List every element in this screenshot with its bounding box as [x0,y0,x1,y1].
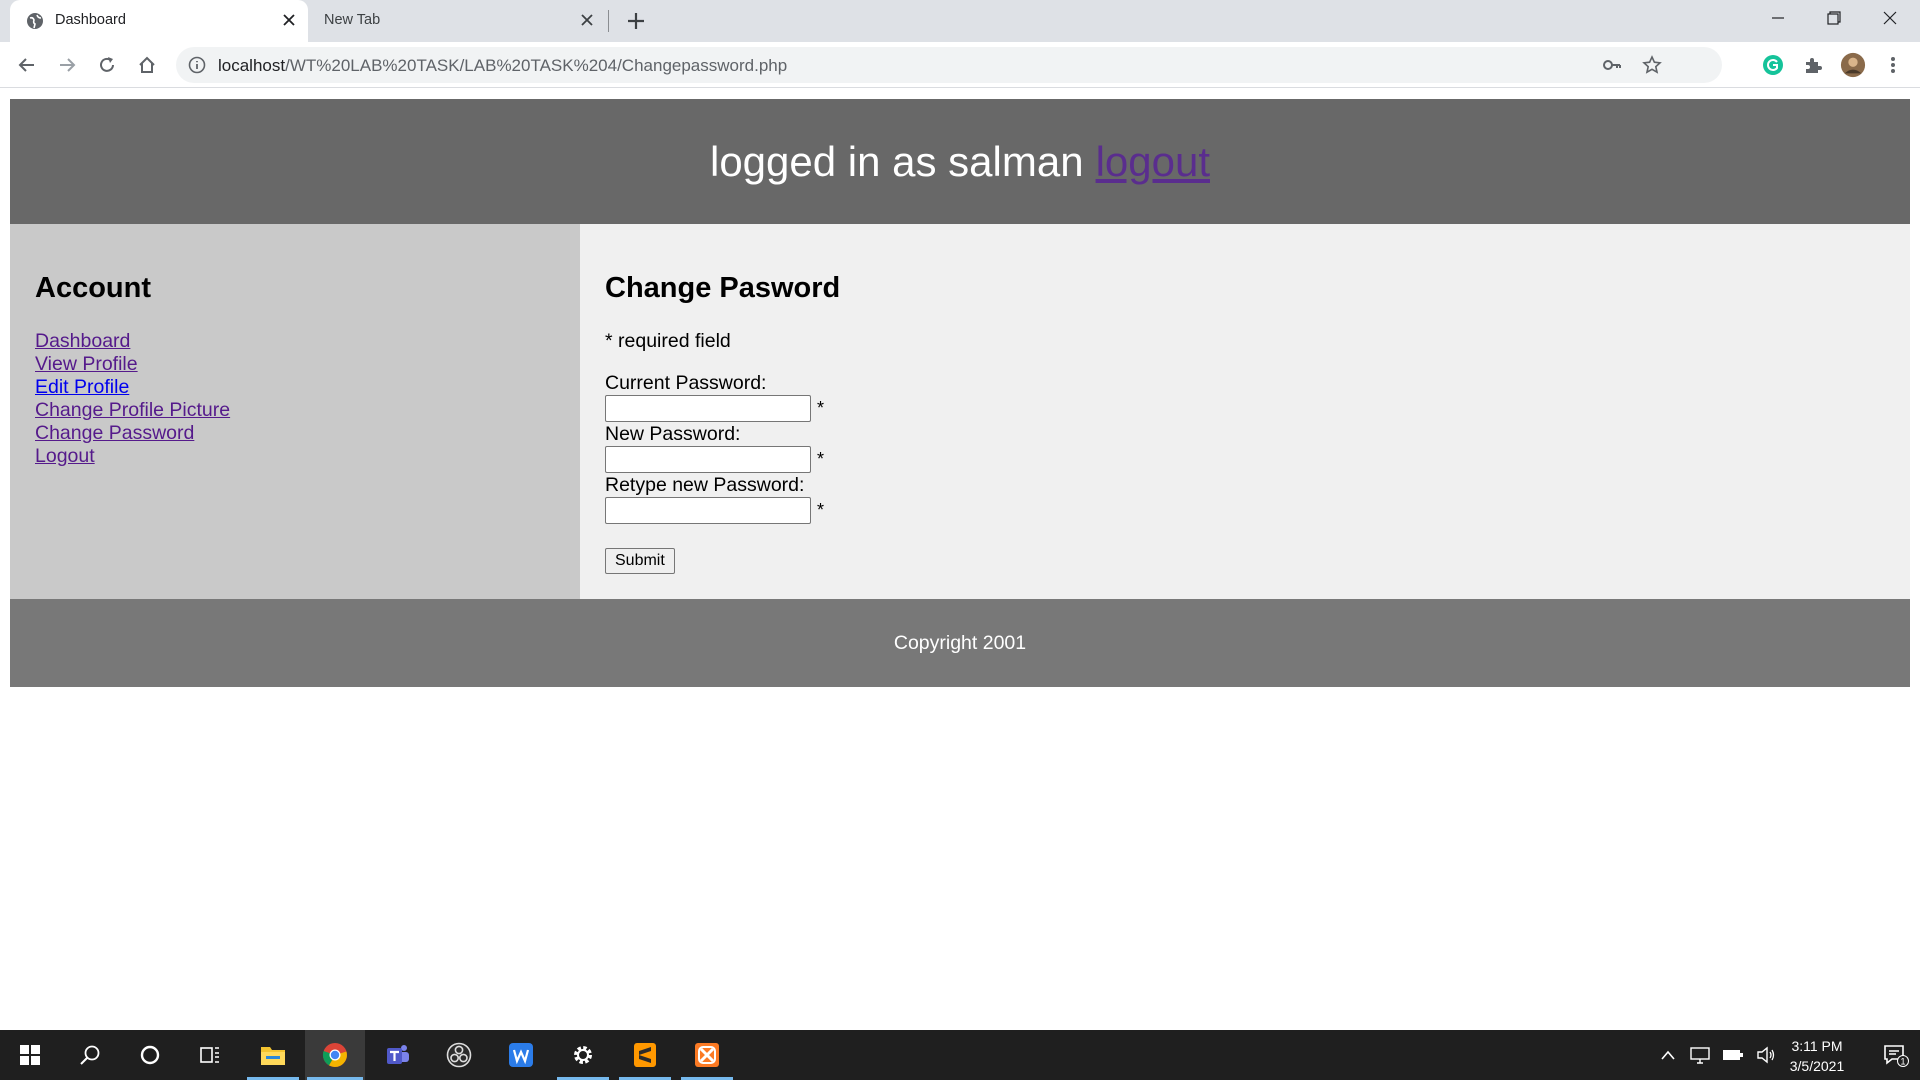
new-password-input[interactable] [605,446,811,473]
retype-password-row: * [605,497,1885,524]
network-icon[interactable] [1690,1046,1710,1064]
url-host: localhost [218,56,286,75]
new-password-row: * [605,446,1885,473]
sidebar-link-logout[interactable]: Logout [35,445,555,468]
chrome-icon[interactable] [305,1030,365,1080]
home-icon[interactable] [134,52,160,78]
close-window-icon[interactable] [1862,0,1918,36]
battery-icon[interactable] [1722,1048,1744,1062]
tab-divider [608,10,609,32]
reload-icon[interactable] [94,52,120,78]
required-field-note: * required field [605,330,731,352]
obs-icon[interactable] [429,1030,489,1080]
globe-icon [26,12,44,30]
current-password-row: * [605,395,1885,422]
windows-start-icon[interactable] [0,1030,60,1080]
task-view-icon[interactable] [180,1030,240,1080]
clock-time: 3:11 PM [1791,1038,1843,1054]
retype-password-label: Retype new Password: [605,474,805,496]
system-tray [1652,1030,1782,1080]
required-marker: * [817,500,825,520]
url-text: localhost/WT%20LAB%20TASK/LAB%20TASK%204… [218,56,787,76]
required-marker: * [817,449,825,469]
sidebar-link-edit-profile[interactable]: Edit Profile [35,376,555,399]
new-password-label: New Password: [605,423,741,445]
grammarly-icon[interactable] [1760,52,1786,78]
tab-title: New Tab [324,12,381,28]
profile-avatar-icon[interactable] [1840,52,1866,78]
page-footer: Copyright 2001 [10,599,1910,687]
notification-center-icon[interactable]: 1 [1866,1030,1920,1080]
sublime-text-icon[interactable] [615,1030,675,1080]
current-password-label: Current Password: [605,372,767,394]
tab-new-tab[interactable]: New Tab [308,0,606,42]
address-bar[interactable]: localhost/WT%20LAB%20TASK/LAB%20TASK%204… [176,47,1722,83]
minimize-icon[interactable] [1750,0,1806,36]
current-password-input[interactable] [605,395,811,422]
taskbar-clock[interactable]: 3:11 PM 3/5/2021 [1772,1036,1862,1076]
sidebar-link-change-password[interactable]: Change Password [35,422,555,445]
forward-arrow-icon[interactable] [54,52,80,78]
notification-count: 1 [1900,1057,1905,1067]
site-info-icon[interactable] [188,56,206,74]
close-tab-icon[interactable] [282,13,296,27]
browser-toolbar: localhost/WT%20LAB%20TASK/LAB%20TASK%204… [0,42,1920,88]
sidebar-link-change-profile-picture[interactable]: Change Profile Picture [35,399,555,422]
submit-button[interactable]: Submit [605,548,675,574]
change-password-section: Change Pasword * required field Current … [580,224,1910,599]
tab-dashboard[interactable]: Dashboard [10,0,308,42]
page-header: logged in as salman logout [10,99,1910,224]
new-tab-plus-icon[interactable] [624,9,648,33]
page-body: Account Dashboard View Profile Edit Prof… [10,224,1910,599]
cortana-icon[interactable] [120,1030,180,1080]
clock-date: 3/5/2021 [1789,1058,1845,1074]
sidebar-link-dashboard[interactable]: Dashboard [35,330,555,353]
file-explorer-icon[interactable] [243,1030,303,1080]
xampp-icon[interactable] [677,1030,737,1080]
url-path: /WT%20LAB%20TASK/LAB%20TASK%204/Changepa… [285,56,788,75]
key-icon[interactable] [1602,55,1622,75]
sidebar: Account Dashboard View Profile Edit Prof… [10,224,580,599]
windows-taskbar: 3:11 PM 3/5/2021 1 [0,1030,1920,1080]
tab-title: Dashboard [55,12,126,28]
extensions-puzzle-icon[interactable] [1800,52,1826,78]
sidebar-link-view-profile[interactable]: View Profile [35,353,555,376]
close-tab-icon[interactable] [580,13,594,27]
copyright-text: Copyright 2001 [893,631,1027,654]
more-menu-icon[interactable] [1880,52,1906,78]
retype-password-input[interactable] [605,497,811,524]
restore-icon[interactable] [1806,0,1862,36]
settings-gear-icon[interactable] [553,1030,613,1080]
header-logout-link[interactable]: logout [1096,138,1210,186]
chevron-up-icon[interactable] [1660,1049,1676,1061]
form-title: Change Pasword [605,272,841,304]
required-marker: * [817,398,825,418]
back-arrow-icon[interactable] [14,52,40,78]
wps-writer-icon[interactable] [491,1030,551,1080]
browser-tab-strip: Dashboard New Tab [0,0,1920,42]
logged-in-text: logged in as salman [709,137,1084,185]
sidebar-title: Account [35,272,151,304]
teams-icon[interactable] [367,1030,427,1080]
page: logged in as salman logout Account Dashb… [10,99,1910,687]
bookmark-star-icon[interactable] [1642,55,1662,75]
search-icon[interactable] [60,1030,120,1080]
